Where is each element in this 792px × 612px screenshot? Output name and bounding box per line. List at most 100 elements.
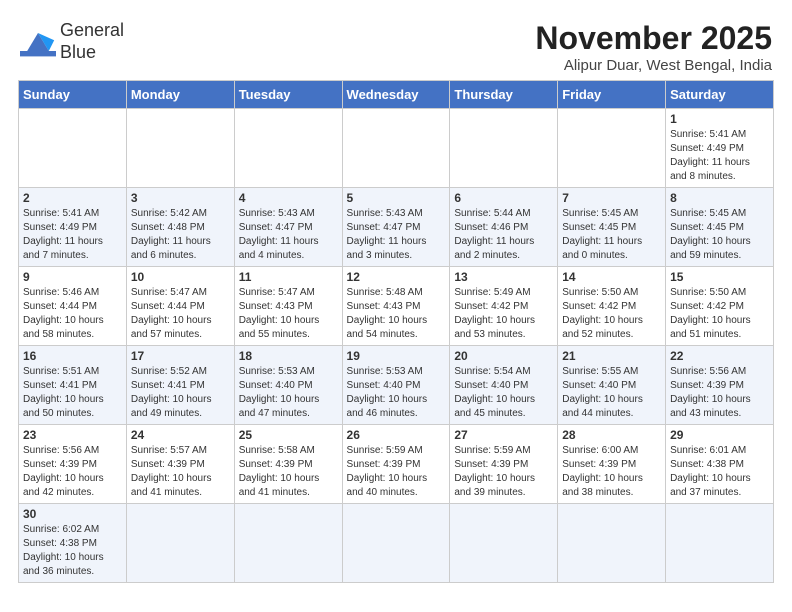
calendar-week-row: 1 Sunrise: 5:41 AM Sunset: 4:49 PM Daylig… [19,109,774,188]
day-info: Sunrise: 5:55 AM Sunset: 4:40 PM Dayligh… [562,365,661,421]
day-info: Sunrise: 5:56 AM Sunset: 4:39 PM Dayligh… [670,365,769,421]
calendar-cell [450,504,558,583]
day-info: Sunrise: 6:01 AM Sunset: 4:38 PM Dayligh… [670,444,769,500]
calendar-cell: 8 Sunrise: 5:45 AM Sunset: 4:45 PM Daylig… [666,188,774,267]
day-info: Sunrise: 5:42 AM Sunset: 4:48 PM Dayligh… [131,207,230,263]
calendar-week-row: 30 Sunrise: 6:02 AM Sunset: 4:38 PM Dayli… [19,504,774,583]
day-info: Sunrise: 6:02 AM Sunset: 4:38 PM Dayligh… [23,523,122,579]
day-number: 12 [347,270,446,284]
calendar-cell [666,504,774,583]
day-number: 20 [454,349,553,363]
day-info: Sunrise: 5:44 AM Sunset: 4:46 PM Dayligh… [454,207,553,263]
weekday-header-thursday: Thursday [450,81,558,109]
day-info: Sunrise: 5:56 AM Sunset: 4:39 PM Dayligh… [23,444,122,500]
generalblue-logo-icon [20,24,56,60]
day-number: 4 [239,191,338,205]
weekday-header-tuesday: Tuesday [234,81,342,109]
calendar-cell [234,109,342,188]
title-area: November 2025 Alipur Duar, West Bengal, … [535,20,772,74]
calendar-cell: 23Sunrise: 5:56 AM Sunset: 4:39 PM Dayli… [19,425,127,504]
logo: General Blue [20,20,124,63]
day-number: 13 [454,270,553,284]
calendar-cell: 6 Sunrise: 5:44 AM Sunset: 4:46 PM Daylig… [450,188,558,267]
calendar-cell: 15 Sunrise: 5:50 AM Sunset: 4:42 PM Dayli… [666,267,774,346]
calendar-cell: 7 Sunrise: 5:45 AM Sunset: 4:45 PM Daylig… [558,188,666,267]
day-info: Sunrise: 5:57 AM Sunset: 4:39 PM Dayligh… [131,444,230,500]
calendar-cell: 14 Sunrise: 5:50 AM Sunset: 4:42 PM Dayli… [558,267,666,346]
day-number: 16 [23,349,122,363]
weekday-header-wednesday: Wednesday [342,81,450,109]
calendar-cell: 25 Sunrise: 5:58 AM Sunset: 4:39 PM Dayli… [234,425,342,504]
day-number: 9 [23,270,122,284]
calendar-cell: 12Sunrise: 5:48 AM Sunset: 4:43 PM Dayli… [342,267,450,346]
calendar-cell: 26 Sunrise: 5:59 AM Sunset: 4:39 PM Dayli… [342,425,450,504]
day-number: 14 [562,270,661,284]
weekday-header-friday: Friday [558,81,666,109]
calendar-cell [234,504,342,583]
calendar-cell: 13 Sunrise: 5:49 AM Sunset: 4:42 PM Dayli… [450,267,558,346]
location-title: Alipur Duar, West Bengal, India [535,57,772,74]
calendar-cell: 9 Sunrise: 5:46 AM Sunset: 4:44 PM Daylig… [19,267,127,346]
day-info: Sunrise: 5:45 AM Sunset: 4:45 PM Dayligh… [670,207,769,263]
calendar-cell [342,109,450,188]
day-number: 10 [131,270,230,284]
calendar-cell [558,504,666,583]
day-number: 19 [347,349,446,363]
day-number: 6 [454,191,553,205]
calendar-week-row: 2Sunrise: 5:41 AM Sunset: 4:49 PM Daylig… [19,188,774,267]
day-info: Sunrise: 5:53 AM Sunset: 4:40 PM Dayligh… [347,365,446,421]
calendar-cell: 24 Sunrise: 5:57 AM Sunset: 4:39 PM Dayli… [126,425,234,504]
weekday-header-row: SundayMondayTuesdayWednesdayThursdayFrid… [19,81,774,109]
calendar-cell: 28Sunrise: 6:00 AM Sunset: 4:39 PM Dayli… [558,425,666,504]
day-info: Sunrise: 5:50 AM Sunset: 4:42 PM Dayligh… [562,286,661,342]
calendar-cell: 18Sunrise: 5:53 AM Sunset: 4:40 PM Dayli… [234,346,342,425]
day-number: 1 [670,112,769,126]
calendar-cell: 1 Sunrise: 5:41 AM Sunset: 4:49 PM Daylig… [666,109,774,188]
calendar-cell [450,109,558,188]
day-info: Sunrise: 5:52 AM Sunset: 4:41 PM Dayligh… [131,365,230,421]
day-number: 30 [23,507,122,521]
day-info: Sunrise: 5:47 AM Sunset: 4:43 PM Dayligh… [239,286,338,342]
calendar-cell: 22 Sunrise: 5:56 AM Sunset: 4:39 PM Dayli… [666,346,774,425]
day-number: 8 [670,191,769,205]
calendar-cell: 3 Sunrise: 5:42 AM Sunset: 4:48 PM Daylig… [126,188,234,267]
day-number: 27 [454,428,553,442]
calendar-cell: 19 Sunrise: 5:53 AM Sunset: 4:40 PM Dayli… [342,346,450,425]
calendar-cell: 17Sunrise: 5:52 AM Sunset: 4:41 PM Dayli… [126,346,234,425]
calendar-cell: 16Sunrise: 5:51 AM Sunset: 4:41 PM Dayli… [19,346,127,425]
day-number: 15 [670,270,769,284]
day-info: Sunrise: 5:43 AM Sunset: 4:47 PM Dayligh… [347,207,446,263]
day-info: Sunrise: 5:47 AM Sunset: 4:44 PM Dayligh… [131,286,230,342]
calendar-cell: 30 Sunrise: 6:02 AM Sunset: 4:38 PM Dayli… [19,504,127,583]
day-info: Sunrise: 5:46 AM Sunset: 4:44 PM Dayligh… [23,286,122,342]
day-info: Sunrise: 6:00 AM Sunset: 4:39 PM Dayligh… [562,444,661,500]
day-number: 2 [23,191,122,205]
day-number: 26 [347,428,446,442]
calendar-week-row: 23Sunrise: 5:56 AM Sunset: 4:39 PM Dayli… [19,425,774,504]
calendar-week-row: 9 Sunrise: 5:46 AM Sunset: 4:44 PM Daylig… [19,267,774,346]
calendar-cell: 21Sunrise: 5:55 AM Sunset: 4:40 PM Dayli… [558,346,666,425]
day-info: Sunrise: 5:49 AM Sunset: 4:42 PM Dayligh… [454,286,553,342]
day-number: 18 [239,349,338,363]
day-info: Sunrise: 5:41 AM Sunset: 4:49 PM Dayligh… [670,128,769,184]
weekday-header-saturday: Saturday [666,81,774,109]
calendar-cell: 11Sunrise: 5:47 AM Sunset: 4:43 PM Dayli… [234,267,342,346]
day-number: 24 [131,428,230,442]
day-info: Sunrise: 5:59 AM Sunset: 4:39 PM Dayligh… [454,444,553,500]
calendar-cell: 5Sunrise: 5:43 AM Sunset: 4:47 PM Daylig… [342,188,450,267]
day-info: Sunrise: 5:45 AM Sunset: 4:45 PM Dayligh… [562,207,661,263]
day-info: Sunrise: 5:54 AM Sunset: 4:40 PM Dayligh… [454,365,553,421]
day-number: 22 [670,349,769,363]
day-info: Sunrise: 5:50 AM Sunset: 4:42 PM Dayligh… [670,286,769,342]
calendar-table: SundayMondayTuesdayWednesdayThursdayFrid… [18,80,774,583]
day-number: 3 [131,191,230,205]
calendar-cell [126,109,234,188]
day-number: 7 [562,191,661,205]
calendar-cell: 27 Sunrise: 5:59 AM Sunset: 4:39 PM Dayli… [450,425,558,504]
calendar-cell: 29Sunrise: 6:01 AM Sunset: 4:38 PM Dayli… [666,425,774,504]
calendar-cell [558,109,666,188]
day-number: 25 [239,428,338,442]
day-info: Sunrise: 5:59 AM Sunset: 4:39 PM Dayligh… [347,444,446,500]
day-info: Sunrise: 5:43 AM Sunset: 4:47 PM Dayligh… [239,207,338,263]
day-info: Sunrise: 5:58 AM Sunset: 4:39 PM Dayligh… [239,444,338,500]
